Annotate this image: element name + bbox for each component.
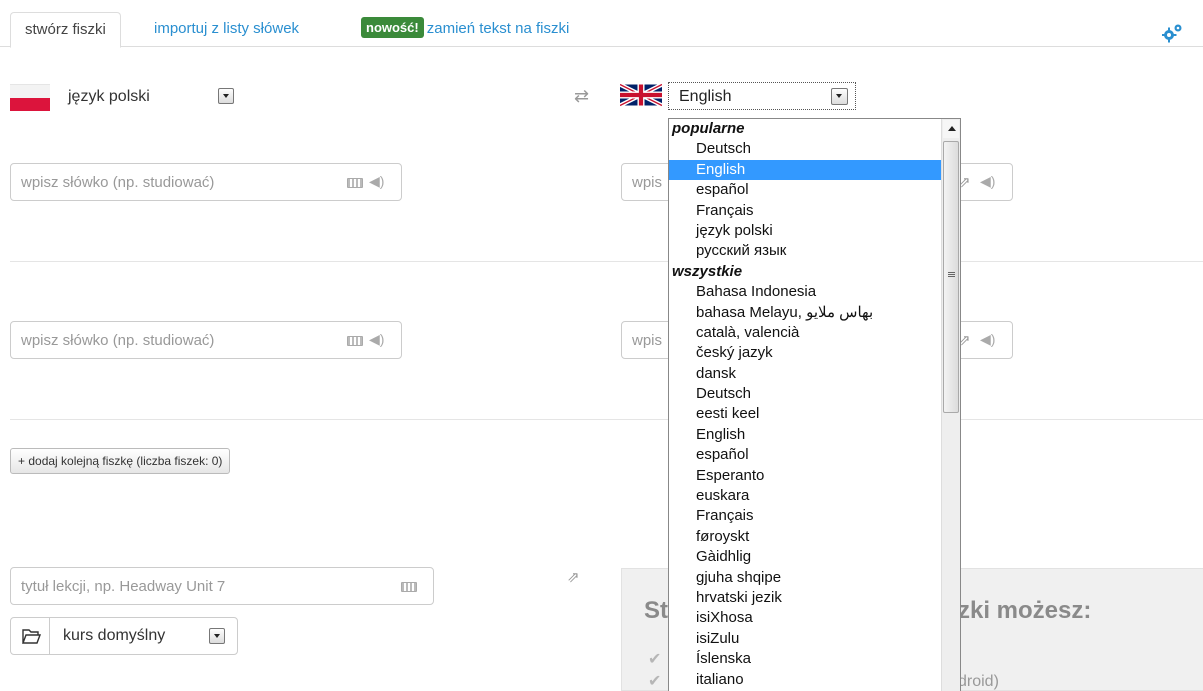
language-option[interactable]: eesti keel <box>669 404 941 424</box>
tab-convert-text-label: zamień tekst na fiszki <box>426 20 570 37</box>
language-option[interactable]: hrvatski jezik <box>669 588 941 608</box>
tab-import-word-list[interactable]: importuj z listy słówek <box>154 12 299 46</box>
scroll-up-arrow[interactable] <box>943 120 959 138</box>
tab-convert-text[interactable]: nowość! zamień tekst na fiszki <box>361 12 569 46</box>
promo-line-end: droid) <box>958 673 999 690</box>
group-all: wszystkie <box>672 262 743 280</box>
language-option[interactable]: føroyskt <box>669 527 941 547</box>
language-option[interactable]: Français <box>669 506 941 526</box>
language-option[interactable]: English <box>669 425 941 445</box>
source-language-dropdown-arrow[interactable] <box>218 88 234 104</box>
language-option[interactable]: русский язык <box>669 241 941 261</box>
language-option[interactable]: isiZulu <box>669 629 941 649</box>
language-option[interactable]: Gàidhlig <box>669 547 941 567</box>
folder-open-icon <box>11 618 50 654</box>
target-language-value: English <box>679 88 732 105</box>
language-option[interactable]: euskara <box>669 486 941 506</box>
check-icon: ✔ <box>648 651 662 668</box>
divider <box>10 419 1203 420</box>
lesson-title-placeholder: tytuł lekcji, np. Headway Unit 7 <box>21 578 226 595</box>
promo-title-end: zki możesz: <box>958 597 1092 624</box>
source-word-input[interactable]: wpisz słówko (np. studiować) ◀) <box>10 163 402 201</box>
share-icon[interactable]: ⇗ <box>567 568 580 586</box>
keyboard-icon[interactable] <box>347 336 363 346</box>
language-option[interactable]: English <box>669 159 942 181</box>
dropdown-scrollbar[interactable] <box>941 119 960 691</box>
language-option[interactable]: italiano <box>669 670 941 690</box>
check-icon: ✔ <box>648 673 662 690</box>
language-option[interactable]: Deutsch <box>669 384 941 404</box>
poland-flag-icon <box>10 84 50 111</box>
language-option[interactable]: Esperanto <box>669 466 941 486</box>
language-option[interactable]: español <box>669 445 941 465</box>
course-select[interactable]: kurs domyślny <box>10 617 238 655</box>
keyboard-icon[interactable] <box>401 582 417 592</box>
target-word-placeholder: wpis <box>632 174 663 191</box>
promo-title-start: St <box>644 597 668 624</box>
scrollbar-thumb[interactable] <box>943 141 959 413</box>
divider <box>10 261 1203 262</box>
group-popular: popularne <box>672 120 745 137</box>
chevron-down-icon[interactable] <box>209 628 225 644</box>
chevron-down-icon[interactable] <box>831 88 848 105</box>
source-word-input[interactable]: wpisz słówko (np. studiować) ◀) <box>10 321 402 359</box>
new-badge: nowość! <box>361 17 424 38</box>
language-option[interactable]: český jazyk <box>669 343 941 363</box>
source-word-placeholder: wpisz słówko (np. studiować) <box>21 174 215 191</box>
uk-flag-icon <box>620 82 662 108</box>
target-language-select[interactable]: English <box>668 82 856 110</box>
source-word-placeholder: wpisz słówko (np. studiować) <box>21 332 215 349</box>
target-word-placeholder: wpis <box>632 332 663 349</box>
add-flashcard-button[interactable]: + dodaj kolejną fiszkę (liczba fiszek: 0… <box>10 448 231 474</box>
swap-languages-icon[interactable]: ⇄ <box>574 86 589 107</box>
language-option[interactable]: isiXhosa <box>669 608 941 628</box>
lesson-title-input[interactable]: tytuł lekcji, np. Headway Unit 7 <box>10 567 434 605</box>
language-option[interactable]: català, valencià <box>669 323 941 343</box>
language-option[interactable]: język polski <box>669 221 941 241</box>
language-option[interactable]: Bahasa Indonesia <box>669 282 941 302</box>
speaker-icon[interactable]: ◀) <box>980 173 995 190</box>
speaker-icon[interactable]: ◀) <box>369 331 384 348</box>
language-option[interactable]: dansk <box>669 364 941 384</box>
language-option[interactable]: Deutsch <box>669 139 941 159</box>
target-language-dropdown-list[interactable]: popularne Deutsch English español Français j… <box>668 118 961 691</box>
course-label: kurs domyślny <box>63 627 166 644</box>
language-option[interactable]: gjuha shqipe <box>669 568 941 588</box>
language-option[interactable]: bahasa Melayu, بهاس ملايو <box>669 303 941 323</box>
settings-gears-icon[interactable] <box>1162 22 1184 44</box>
language-option[interactable]: Íslenska <box>669 649 941 669</box>
source-language-label: język polski <box>68 88 150 105</box>
tab-create-flashcards[interactable]: stwórz fiszki <box>10 12 121 48</box>
language-option[interactable]: español <box>669 180 941 200</box>
speaker-icon[interactable]: ◀) <box>980 331 995 348</box>
tab-bar: stwórz fiszki importuj z listy słówek no… <box>0 0 1203 48</box>
language-option[interactable]: Français <box>669 201 941 221</box>
speaker-icon[interactable]: ◀) <box>369 173 384 190</box>
keyboard-icon[interactable] <box>347 178 363 188</box>
language-options: popularne Deutsch English español Français j… <box>669 119 942 690</box>
